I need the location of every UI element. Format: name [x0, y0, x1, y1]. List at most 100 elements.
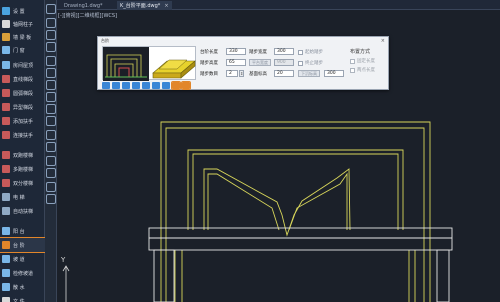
- sidebar-item-label: 坡 道: [13, 256, 25, 263]
- step-type-icon[interactable]: [122, 82, 130, 89]
- sidebar-item[interactable]: 坡 道: [0, 252, 45, 266]
- sidebar-item-label: 门 窗: [13, 47, 25, 54]
- tread-width-input[interactable]: 300: [274, 48, 294, 55]
- sidebar-item-label: 墙 梁 板: [13, 34, 32, 41]
- step-type-icon[interactable]: [102, 82, 110, 89]
- tab-drawing1[interactable]: Drawing1.dwg*: [61, 1, 106, 10]
- tool-button-icon[interactable]: [46, 130, 56, 140]
- menu-icon: [2, 283, 10, 291]
- step-profile-inner-left: [207, 173, 280, 231]
- tool-button-icon[interactable]: [46, 156, 56, 166]
- step-type-icon[interactable]: [112, 82, 120, 89]
- step-type-icon[interactable]: [132, 82, 140, 89]
- sidebar-item[interactable]: 检修坡道: [0, 266, 45, 280]
- tool-button-icon[interactable]: [46, 30, 56, 40]
- sidebar-item[interactable]: 圆弧梯段: [0, 86, 45, 100]
- sidebar-item[interactable]: 台 阶: [0, 237, 46, 253]
- tool-button-icon[interactable]: [46, 18, 56, 28]
- step-type-icon[interactable]: [162, 82, 170, 89]
- sidebar-item[interactable]: 连接扶手: [0, 128, 45, 142]
- middle-frame-line-inner: [192, 153, 399, 230]
- tool-button-icon[interactable]: [46, 80, 56, 90]
- tool-button-icon[interactable]: [46, 68, 56, 78]
- menu-icon: [2, 241, 10, 249]
- steps-stepper[interactable]: ⇕: [239, 70, 244, 77]
- tool-button-icon[interactable]: [46, 182, 56, 192]
- sidebar-item-label: 检修坡道: [13, 270, 34, 277]
- last-step-label: 终止踏步: [305, 61, 323, 66]
- tool-button-icon[interactable]: [46, 168, 56, 178]
- sidebar-item[interactable]: 阳 台: [0, 224, 45, 238]
- option-two-point-length[interactable]: 两点长度: [350, 67, 375, 73]
- tab-current-drawing[interactable]: K_台阶平面.dwg* ×: [117, 1, 172, 10]
- tool-button-icon[interactable]: [46, 194, 56, 204]
- step-type-icon[interactable]: [152, 82, 160, 89]
- height-input[interactable]: 65: [226, 59, 246, 66]
- step-type-icon[interactable]: [181, 81, 191, 90]
- sidebar-item[interactable]: 墙 梁 板: [0, 30, 45, 44]
- menu-icon: [2, 46, 10, 54]
- tool-button-icon[interactable]: [46, 142, 56, 152]
- menu-icon: [2, 20, 10, 28]
- base-input[interactable]: 20: [274, 70, 294, 77]
- menu-icon: [2, 207, 10, 215]
- close-icon[interactable]: ×: [381, 38, 385, 44]
- menu-icon: [2, 297, 10, 302]
- sidebar-item-label: 台 阶: [13, 242, 25, 249]
- tool-button-icon[interactable]: [46, 4, 56, 14]
- tool-button-icon[interactable]: [46, 92, 56, 102]
- tab-label: Drawing1.dwg*: [64, 2, 103, 9]
- tool-button-icon[interactable]: [46, 42, 56, 52]
- sidebar-item-label: 文 件: [13, 298, 25, 302]
- sidebar-item-label: 添加扶手: [13, 118, 34, 125]
- platform-button[interactable]: 平台宽度: [249, 59, 271, 66]
- sidebar-item[interactable]: 散 水: [0, 280, 45, 294]
- sidebar-item[interactable]: 轴网柱子: [0, 17, 45, 31]
- menu-icon: [2, 151, 10, 159]
- sidebar-item[interactable]: 电 梯: [0, 190, 45, 204]
- step-type-icon[interactable]: [171, 81, 181, 90]
- sidebar-item[interactable]: 房间屋顶: [0, 58, 45, 72]
- sidebar-item[interactable]: 异型梯段: [0, 100, 45, 114]
- sidebar-item[interactable]: 直线梯段: [0, 72, 45, 86]
- menu-icon: [2, 193, 10, 201]
- menu-icon: [2, 61, 10, 69]
- layout-options-title: 布置方式: [350, 49, 371, 55]
- sidebar-item[interactable]: 门 窗: [0, 43, 45, 57]
- sidebar-item-label: 设 置: [13, 8, 25, 15]
- step-profile-inner-right: [288, 172, 348, 231]
- sidebar-item[interactable]: 自动扶梯: [0, 204, 45, 218]
- sidebar-item[interactable]: 设 置: [0, 4, 45, 18]
- menu-icon: [2, 117, 10, 125]
- app-window: 设 置轴网柱子墙 梁 板门 窗房间屋顶直线梯段圆弧梯段 异型梯段添加扶手连接扶手双…: [0, 0, 500, 302]
- sink-button[interactable]: 下沉标高: [298, 70, 320, 77]
- left-sidebar: 设 置轴网柱子墙 梁 板门 窗房间屋顶直线梯段圆弧梯段 异型梯段添加扶手连接扶手双…: [0, 0, 46, 302]
- sidebar-item[interactable]: 文 件: [0, 294, 45, 302]
- sidebar-item[interactable]: 多跑楼梯: [0, 162, 45, 176]
- sidebar-item[interactable]: 添加扶手: [0, 114, 45, 128]
- tool-button-icon[interactable]: [46, 56, 56, 66]
- checkbox-icon: [298, 60, 303, 66]
- menu-icon: [2, 255, 10, 263]
- steps-label: 踏步数目: [200, 72, 218, 77]
- sidebar-item[interactable]: 双跑楼梯: [0, 148, 45, 162]
- step-type-icon[interactable]: [142, 82, 150, 89]
- option-fixed-length[interactable]: 固定长度: [350, 58, 375, 64]
- sidebar-item-label: 自动扶梯: [13, 208, 34, 215]
- platform-input[interactable]: 900: [274, 59, 294, 66]
- length-input[interactable]: 330: [226, 48, 246, 55]
- sidebar-item[interactable]: 双分楼梯: [0, 176, 45, 190]
- sink-input[interactable]: 300: [324, 70, 344, 77]
- close-icon[interactable]: ×: [164, 3, 168, 9]
- sidebar-item-label: 房间屋顶: [13, 62, 34, 69]
- steps-input[interactable]: 2: [226, 70, 238, 77]
- tool-button-icon[interactable]: [46, 116, 56, 126]
- sidebar-item-label: 直线梯段: [13, 76, 34, 83]
- last-step-check[interactable]: 终止踏步: [298, 60, 323, 66]
- menu-icon: [2, 33, 10, 41]
- tool-button-icon[interactable]: [46, 104, 56, 114]
- viewport-label[interactable]: [-][俯视][二维线框][WCS]: [58, 12, 117, 19]
- sidebar-item-label: 双分楼梯: [13, 180, 34, 187]
- first-step-check[interactable]: 起始踏步: [298, 49, 323, 55]
- first-step-label: 起始踏步: [305, 50, 323, 55]
